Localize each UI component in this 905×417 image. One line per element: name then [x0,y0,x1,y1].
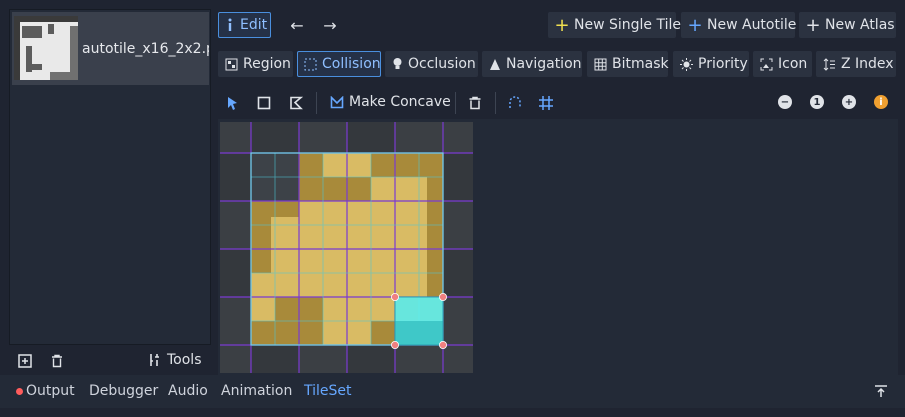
polygon-icon [290,96,303,110]
mode-region[interactable]: Region [218,51,293,77]
next-button[interactable]: → [321,15,339,35]
rectangle-tool[interactable] [253,92,275,114]
navigation-label: Navigation [506,56,582,72]
trash-icon [469,96,481,110]
info-icon [225,18,235,32]
prev-button[interactable]: ← [288,15,306,35]
tools-icon [150,354,159,366]
z-index-label: Z Index [841,56,894,72]
mode-occlusion[interactable]: Occlusion [385,51,478,77]
mode-bitmask[interactable]: Bitmask [587,51,669,77]
new-autotile-button[interactable]: + New Autotile [681,12,797,38]
zoom-reset-label: 1 [813,96,821,108]
tools-menu-button[interactable]: Tools [148,352,202,368]
plus-icon: + [687,14,703,36]
z-index-icon [823,57,836,71]
snap-icon [509,96,521,108]
delete-shape-button[interactable] [464,92,486,114]
vertex-handle[interactable] [390,340,399,349]
priority-icon [680,57,693,71]
add-texture-button[interactable] [16,352,34,370]
new-atlas-label: New Atlas [825,17,895,33]
add-icon [18,354,32,368]
bitmask-icon [594,57,607,71]
tile-thumbnail [14,16,78,80]
new-single-tile-label: New Single Tile [574,17,681,33]
new-autotile-label: New Autotile [707,17,797,33]
tab-audio[interactable]: Audio [168,383,208,399]
remove-texture-button[interactable] [48,352,66,370]
new-single-tile-button[interactable]: + New Single Tile [548,12,681,38]
bitmask-label: Bitmask [612,56,669,72]
trash-icon [52,354,62,368]
select-tool[interactable] [222,92,244,114]
concave-icon [330,95,344,109]
arrow-left-icon: ← [290,15,304,35]
zoom-out-button[interactable]: − [778,95,792,109]
separator [316,92,317,114]
separator [455,92,456,114]
separator [495,92,496,114]
expand-icon [875,385,887,397]
mode-icon[interactable]: Icon [753,51,812,77]
polygon-tool[interactable] [285,92,307,114]
arrow-right-icon: → [323,15,337,35]
mode-z-index[interactable]: Z Index [816,51,896,77]
tile-name: autotile_x16_2x2.png [82,41,209,57]
pointer-icon [228,97,237,110]
mode-collision[interactable]: Collision [297,51,381,77]
tab-debugger[interactable]: Debugger [89,383,158,399]
grid-snap-toggle[interactable] [535,92,557,114]
plus-icon: + [805,14,821,36]
minus-icon: − [780,96,790,108]
mode-navigation[interactable]: Navigation [482,51,582,77]
vertex-handle[interactable] [438,340,447,349]
tab-animation[interactable]: Animation [221,383,292,399]
error-indicator-icon [16,388,23,395]
icon-mode-icon [760,57,773,71]
make-concave-label: Make Concave [349,94,451,110]
snap-toggle[interactable] [504,92,526,114]
priority-label: Priority [698,56,748,72]
make-concave-button[interactable]: Make Concave [323,89,451,115]
tab-output[interactable]: Output [26,383,75,399]
collision-label: Collision [322,56,381,72]
vertex-handle[interactable] [390,292,399,301]
edit-button[interactable]: Edit [218,12,271,38]
navigation-icon [489,57,501,71]
help-button[interactable]: i [874,95,888,109]
vertex-handle[interactable] [438,292,447,301]
expand-panel-button[interactable] [872,382,890,400]
icon-label: Icon [778,56,808,72]
plus-icon: + [554,14,570,36]
zoom-reset-button[interactable]: 1 [810,95,824,109]
tile-canvas-svg [220,122,473,373]
region-icon [225,57,238,71]
lightbulb-icon [392,57,403,71]
info-icon: i [879,96,883,108]
new-atlas-button[interactable]: + New Atlas [799,12,896,38]
plus-icon: + [844,96,854,108]
zoom-in-button[interactable]: + [842,95,856,109]
region-label: Region [243,56,291,72]
tools-label: Tools [167,352,202,368]
grid-snap-icon [539,96,553,110]
mode-priority[interactable]: Priority [673,51,749,77]
tab-tileset[interactable]: TileSet [304,383,352,399]
occlusion-label: Occlusion [408,56,476,72]
edit-label: Edit [240,17,268,33]
rectangle-icon [257,96,271,110]
collision-icon [304,57,317,71]
tile-canvas[interactable] [220,122,473,373]
